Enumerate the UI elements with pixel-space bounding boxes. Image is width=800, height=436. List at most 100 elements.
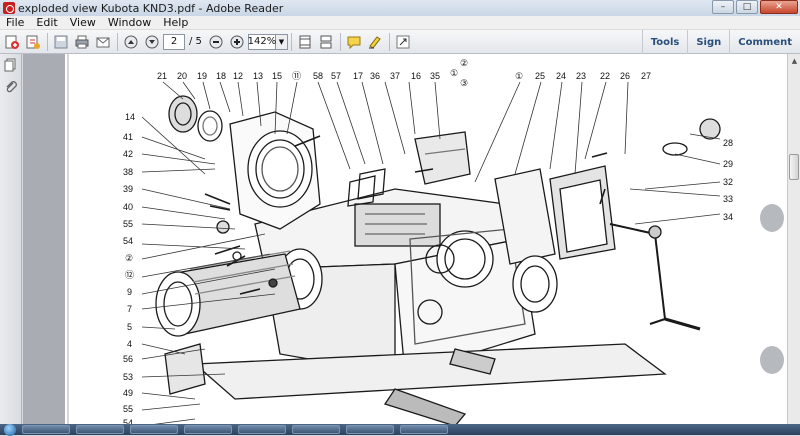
part-label: 55: [123, 404, 133, 414]
document-viewport[interactable]: 21 20 19 18 12 13 15 ⑪ 58 57 17 36 37 16…: [23, 54, 787, 424]
part-label: 12: [233, 71, 243, 81]
vertical-scrollbar[interactable]: ▲: [787, 54, 800, 424]
next-page-icon[interactable]: [142, 32, 162, 52]
part-label: ①: [515, 71, 523, 81]
part-label: 56: [123, 354, 133, 364]
part-label: ③: [460, 78, 468, 88]
highlight-icon[interactable]: [365, 32, 385, 52]
part-label: 13: [253, 71, 263, 81]
part-label: 24: [556, 71, 566, 81]
part-label: ⑪: [292, 71, 301, 81]
comment-link[interactable]: Comment: [729, 30, 800, 54]
expand-icon[interactable]: [393, 32, 413, 52]
part-label: 34: [723, 212, 733, 222]
start-button[interactable]: [4, 423, 16, 436]
taskbar-app[interactable]: [130, 425, 178, 434]
taskbar-app[interactable]: [238, 425, 286, 434]
part-label: 41: [123, 132, 133, 142]
part-label: 36: [370, 71, 380, 81]
part-label: 16: [411, 71, 421, 81]
save-icon[interactable]: [51, 32, 71, 52]
taskbar-app[interactable]: [400, 425, 448, 434]
part-label: 22: [600, 71, 610, 81]
edit-pdf-icon[interactable]: [23, 32, 43, 52]
part-label: 49: [123, 388, 133, 398]
part-label: 21: [157, 71, 167, 81]
print-icon[interactable]: [72, 32, 92, 52]
attachments-icon[interactable]: [0, 76, 22, 98]
toolbar-right-links: Tools Sign Comment: [641, 30, 800, 54]
taskbar: [0, 423, 800, 436]
part-label: 35: [430, 71, 440, 81]
part-label: 15: [272, 71, 282, 81]
part-label: 25: [535, 71, 545, 81]
part-label: 58: [313, 71, 323, 81]
part-label: ⑫: [125, 270, 134, 280]
part-label: 55: [123, 219, 133, 229]
taskbar-app[interactable]: [76, 425, 124, 434]
page-total: / 5: [189, 36, 202, 47]
part-label: 20: [177, 71, 187, 81]
create-pdf-icon[interactable]: [2, 32, 22, 52]
page-thumbnails-icon[interactable]: [0, 54, 22, 76]
part-label: 27: [641, 71, 651, 81]
part-label: 5: [127, 322, 132, 332]
part-label: 9: [127, 287, 132, 297]
scroll-mode-icon[interactable]: [316, 32, 336, 52]
menu-file[interactable]: File: [0, 16, 30, 29]
part-label: 37: [390, 71, 400, 81]
taskbar-app[interactable]: [292, 425, 340, 434]
pdf-page: 21 20 19 18 12 13 15 ⑪ 58 57 17 36 37 16…: [65, 54, 757, 424]
maximize-button[interactable]: □: [736, 0, 758, 14]
part-label: 17: [353, 71, 363, 81]
scroll-up-icon[interactable]: ▲: [788, 54, 800, 67]
part-label: 23: [576, 71, 586, 81]
taskbar-app[interactable]: [346, 425, 394, 434]
zoom-level-input[interactable]: 142%: [248, 33, 276, 50]
part-label: 18: [216, 71, 226, 81]
part-label: 38: [123, 167, 133, 177]
prev-page-icon[interactable]: [121, 32, 141, 52]
part-label: 19: [197, 71, 207, 81]
part-label: 57: [331, 71, 341, 81]
taskbar-app[interactable]: [22, 425, 70, 434]
window-title: exploded view Kubota KND3.pdf - Adobe Re…: [18, 1, 284, 15]
email-icon[interactable]: [93, 32, 113, 52]
part-label: 32: [723, 177, 733, 187]
part-label: ②: [125, 253, 133, 263]
navigation-pane: [0, 54, 22, 424]
title-bar: exploded view Kubota KND3.pdf - Adobe Re…: [0, 0, 800, 16]
menu-help[interactable]: Help: [157, 16, 194, 29]
scrollbar-thumb[interactable]: [789, 154, 799, 180]
menu-view[interactable]: View: [64, 16, 102, 29]
menu-window[interactable]: Window: [102, 16, 157, 29]
taskbar-app[interactable]: [184, 425, 232, 434]
zoom-dropdown-icon[interactable]: ▼: [275, 33, 288, 50]
page-binding-margin: [757, 54, 787, 424]
toolbar: 2 / 5 142% ▼ Tools Sign Comment: [0, 30, 800, 54]
part-label: 53: [123, 372, 133, 382]
menu-bar: File Edit View Window Help: [0, 16, 800, 30]
window-controls: – □ ✕: [712, 0, 798, 14]
part-label: 26: [620, 71, 630, 81]
part-label: 39: [123, 184, 133, 194]
part-label: 28: [723, 138, 733, 148]
binder-hole: [760, 204, 784, 232]
part-label: 14: [125, 112, 135, 122]
sign-link[interactable]: Sign: [687, 30, 729, 54]
part-label: 40: [123, 202, 133, 212]
part-label: 4: [127, 339, 132, 349]
part-label: ②: [460, 58, 468, 68]
menu-edit[interactable]: Edit: [30, 16, 63, 29]
close-button[interactable]: ✕: [760, 0, 798, 14]
zoom-in-icon[interactable]: [227, 32, 247, 52]
fit-page-icon[interactable]: [295, 32, 315, 52]
part-label: 29: [723, 159, 733, 169]
part-label: 33: [723, 194, 733, 204]
zoom-out-icon[interactable]: [206, 32, 226, 52]
comment-icon[interactable]: [344, 32, 364, 52]
tools-link[interactable]: Tools: [641, 30, 688, 54]
adobe-reader-icon: [3, 2, 15, 14]
minimize-button[interactable]: –: [712, 0, 734, 14]
page-number-input[interactable]: 2: [163, 33, 185, 50]
